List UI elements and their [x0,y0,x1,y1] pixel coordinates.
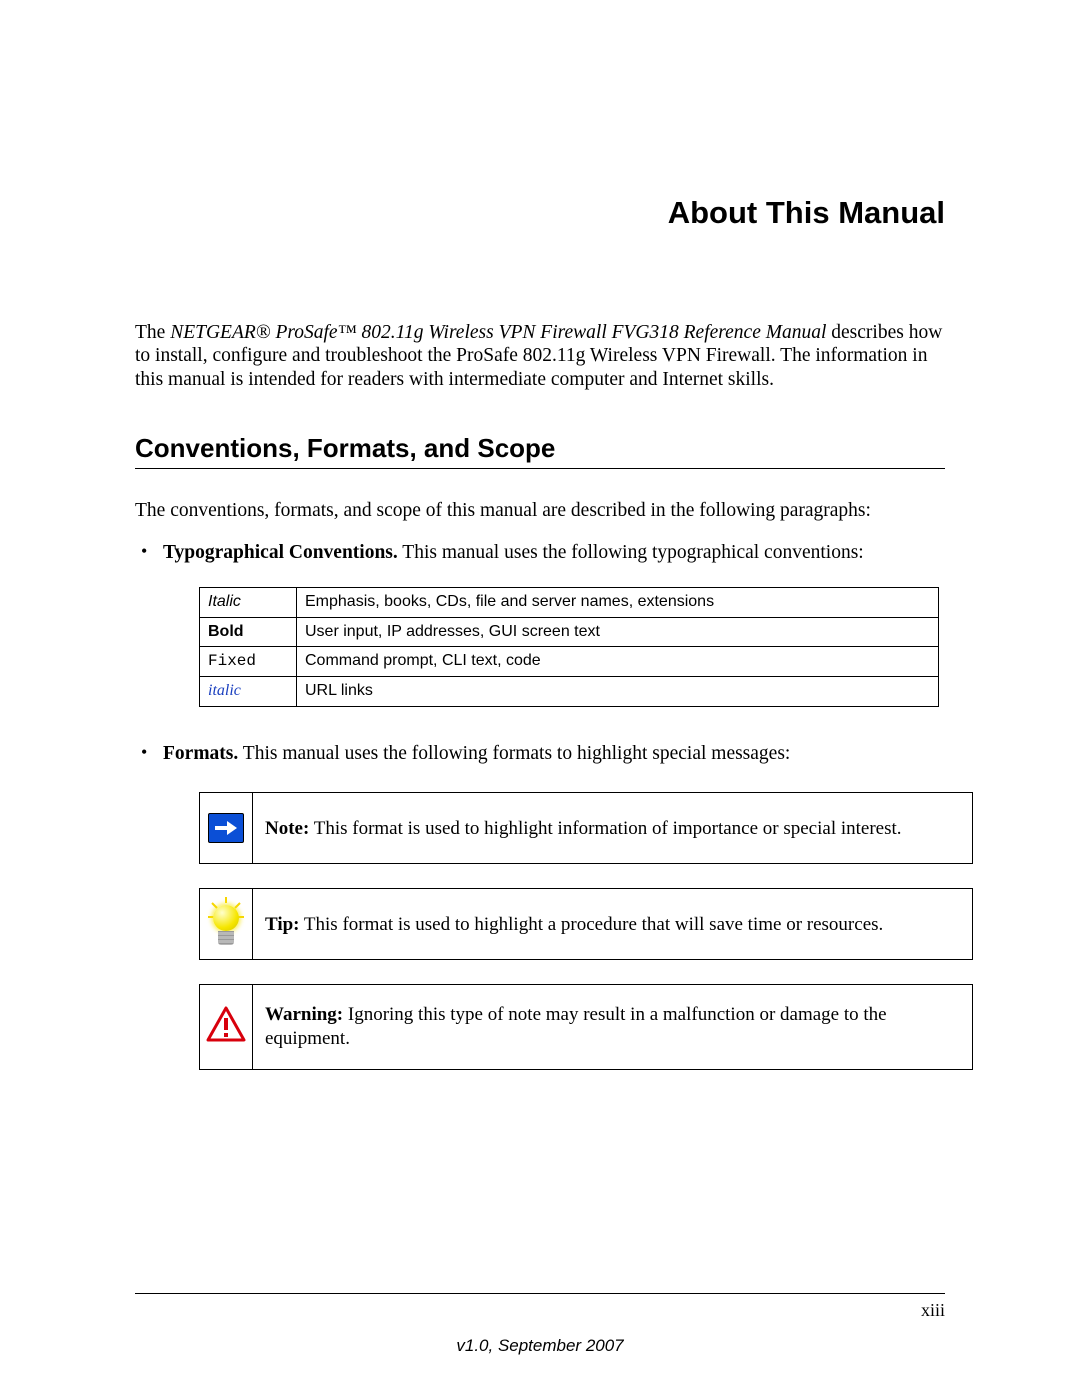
table-row: Bold User input, IP addresses, GUI scree… [200,617,939,647]
bullet-formats-text: This manual uses the following formats t… [238,743,790,764]
bullet-typo-text: This manual uses the following typograph… [398,542,864,563]
intro-prefix: The [135,322,170,343]
bullet-typo-label: Typographical Conventions. [163,542,398,563]
table-row: Italic Emphasis, books, CDs, file and se… [200,587,939,617]
footer-rule [135,1293,945,1294]
bullet-list: Typographical Conventions. This manual u… [135,540,945,1070]
typographical-table: Italic Emphasis, books, CDs, file and se… [199,587,939,707]
chapter-title: About This Manual [135,195,945,231]
warning-callout: Warning: Ignoring this type of note may … [199,984,973,1070]
bullet-typographical: Typographical Conventions. This manual u… [135,540,945,708]
typo-desc: Command prompt, CLI text, code [297,647,939,677]
section-lead: The conventions, formats, and scope of t… [135,499,945,523]
tip-callout: Tip: This format is used to highlight a … [199,888,973,960]
table-row: Fixed Command prompt, CLI text, code [200,647,939,677]
typo-desc: User input, IP addresses, GUI screen tex… [297,617,939,647]
warning-body: Ignoring this type of note may result in… [265,1004,887,1049]
intro-product-name: NETGEAR® ProSafe™ 802.11g Wireless VPN F… [170,322,826,343]
warning-text: Warning: Ignoring this type of note may … [253,985,972,1069]
tip-icon-cell [200,889,253,959]
note-icon-cell [200,793,253,863]
note-label: Note: [265,818,309,839]
typo-desc: URL links [297,677,939,707]
warning-label: Warning: [265,1004,343,1025]
version-footer: v1.0, September 2007 [0,1336,1080,1356]
tip-text: Tip: This format is used to highlight a … [253,889,972,959]
intro-paragraph: The NETGEAR® ProSafe™ 802.11g Wireless V… [135,321,945,391]
table-row: italic URL links [200,677,939,707]
warning-icon-cell [200,985,253,1069]
lightbulb-icon [206,897,246,951]
arrow-right-icon [208,813,244,843]
tip-body: This format is used to highlight a proce… [300,914,884,935]
warning-triangle-icon [206,1006,246,1049]
document-page: About This Manual The NETGEAR® ProSafe™ … [0,0,1080,1070]
typo-style-fixed: Fixed [200,647,297,677]
tip-label: Tip: [265,914,300,935]
typo-desc: Emphasis, books, CDs, file and server na… [297,587,939,617]
bullet-formats: Formats. This manual uses the following … [135,741,945,1070]
page-number: xiii [921,1300,945,1321]
note-body: This format is used to highlight informa… [309,818,901,839]
typo-style-italic: Italic [200,587,297,617]
typo-style-bold: Bold [200,617,297,647]
section-heading: Conventions, Formats, and Scope [135,433,945,469]
bullet-formats-label: Formats. [163,743,238,764]
note-callout: Note: This format is used to highlight i… [199,792,973,864]
note-text: Note: This format is used to highlight i… [253,793,972,863]
typo-style-link: italic [200,677,297,707]
